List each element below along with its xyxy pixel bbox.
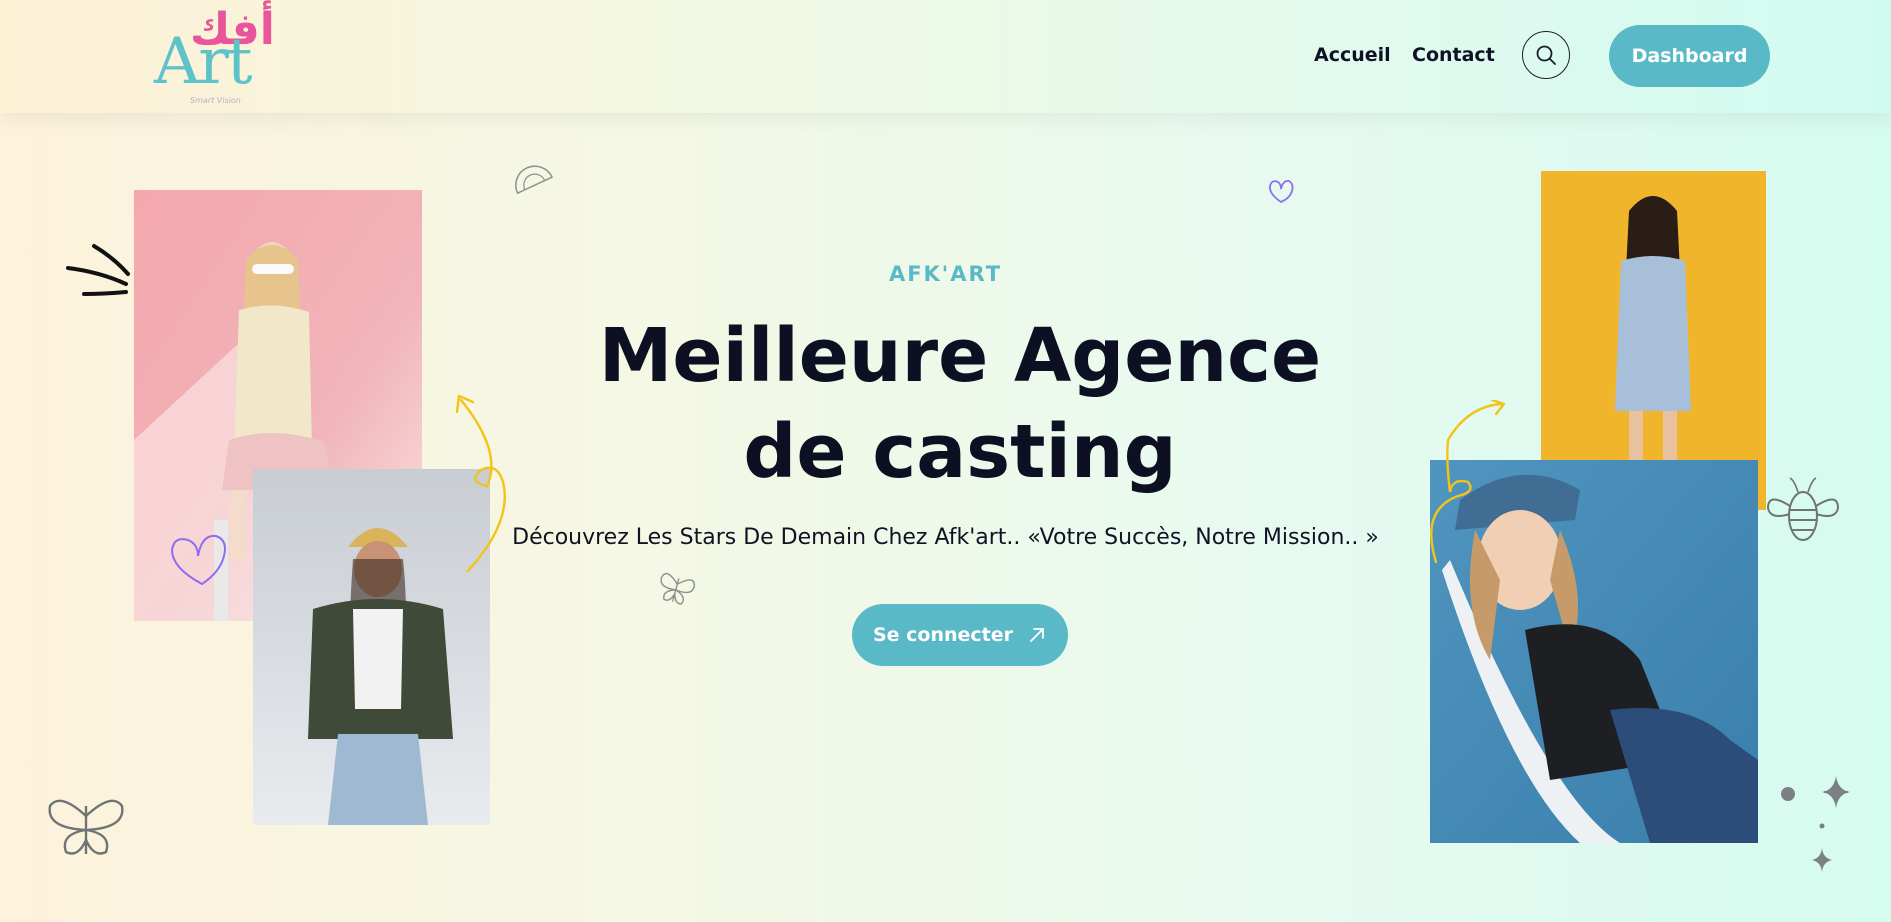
login-button-label: Se connecter	[872, 624, 1014, 646]
curly-arrow-left-icon	[455, 394, 506, 572]
bee-icon	[1766, 477, 1840, 541]
curly-arrow-right-icon	[1430, 400, 1506, 564]
butterfly-small-icon	[660, 572, 695, 605]
arrow-up-right-icon	[1030, 628, 1044, 642]
logo[interactable]: أفك Art Smart Vision	[150, 8, 280, 108]
logo-tagline: Smart Vision	[190, 96, 241, 105]
login-button[interactable]: Se connecter	[852, 604, 1068, 666]
protractor-icon	[515, 165, 554, 195]
hero-eyebrow: AFK'ART	[888, 262, 1003, 286]
hero-subtitle: Découvrez Les Stars De Demain Chez Afk'a…	[512, 525, 1379, 550]
small-heart-doodle-icon	[1269, 180, 1294, 204]
sparkles-icon	[1781, 776, 1850, 872]
nav-contact[interactable]: Contact	[1412, 44, 1495, 66]
butterfly-icon	[48, 799, 124, 855]
logo-latin-text: Art	[154, 25, 253, 99]
search-button[interactable]	[1522, 31, 1570, 79]
dashboard-button[interactable]: Dashboard	[1609, 25, 1770, 87]
hero-title: Meilleure Agence de casting	[598, 313, 1322, 495]
site-header: أفك Art Smart Vision Accueil Contact Das…	[0, 0, 1891, 113]
search-icon	[1536, 45, 1556, 65]
nav-accueil[interactable]: Accueil	[1314, 44, 1391, 66]
heart-doodle-icon	[170, 534, 226, 586]
motion-lines-icon	[66, 244, 130, 296]
